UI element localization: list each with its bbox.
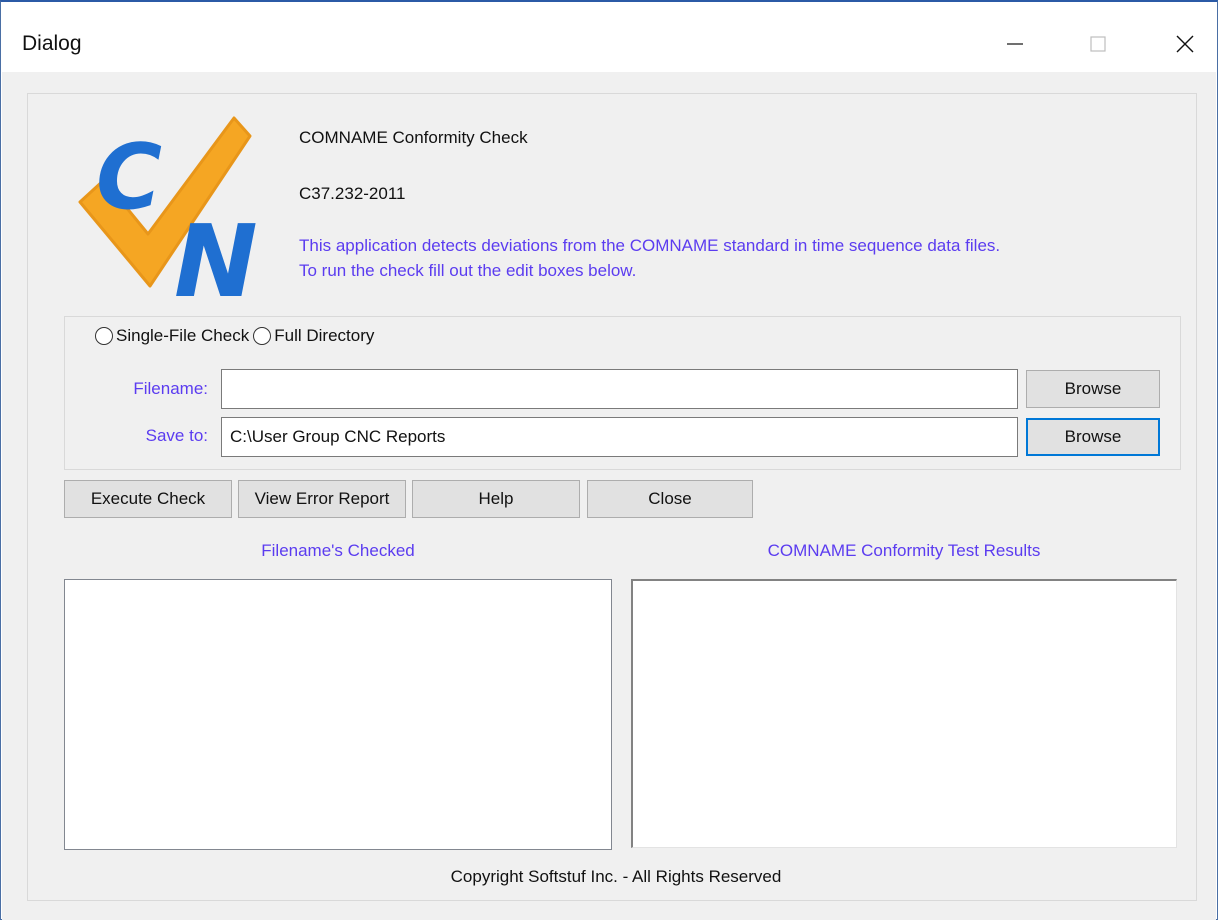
- close-icon: [1176, 35, 1194, 53]
- view-error-report-button[interactable]: View Error Report: [238, 480, 406, 518]
- radio-label: Full Directory: [274, 326, 375, 345]
- minimize-button[interactable]: [993, 22, 1037, 66]
- dialog-window: Dialog C N COMNAME Conformity Check C37.…: [0, 0, 1218, 920]
- cn-checkmark-logo: C N: [78, 116, 258, 300]
- execute-check-button[interactable]: Execute Check: [64, 480, 232, 518]
- files-checked-list[interactable]: [64, 579, 612, 850]
- maximize-button[interactable]: [1076, 22, 1120, 66]
- maximize-icon: [1090, 36, 1106, 52]
- save-to-input[interactable]: [221, 417, 1018, 457]
- radio-button-icon: [253, 327, 272, 345]
- svg-text:N: N: [174, 203, 258, 300]
- app-title: COMNAME Conformity Check: [299, 128, 528, 147]
- dialog-client-area: C N COMNAME Conformity Check C37.232-201…: [2, 72, 1216, 920]
- svg-text:C: C: [96, 125, 162, 230]
- files-checked-heading: Filename's Checked: [261, 541, 415, 560]
- close-button[interactable]: Close: [587, 480, 753, 518]
- filename-label: Filename:: [133, 379, 208, 398]
- radio-button-icon: [95, 327, 113, 345]
- minimize-icon: [1007, 43, 1023, 45]
- browse-save-to-button[interactable]: Browse: [1026, 418, 1160, 456]
- window-title: Dialog: [22, 32, 82, 55]
- copyright-text: Copyright Softstuf Inc. - All Rights Res…: [450, 867, 782, 886]
- filename-input[interactable]: [221, 369, 1018, 409]
- close-window-button[interactable]: [1163, 22, 1207, 66]
- standard-version: C37.232-2011: [299, 184, 406, 203]
- save-to-label: Save to:: [145, 426, 208, 445]
- radio-label: Single-File Check: [116, 326, 250, 345]
- test-results-box[interactable]: [631, 579, 1177, 848]
- mode-radio-group: Single-File Check Full Directory: [95, 326, 378, 346]
- test-results-heading: COMNAME Conformity Test Results: [767, 541, 1041, 560]
- title-bar[interactable]: Dialog: [1, 2, 1217, 72]
- app-description: This application detects deviations from…: [299, 236, 1001, 280]
- radio-single-file[interactable]: Single-File Check: [95, 326, 249, 346]
- radio-full-directory[interactable]: Full Directory: [253, 326, 374, 346]
- browse-filename-button[interactable]: Browse: [1026, 370, 1160, 408]
- help-button[interactable]: Help: [412, 480, 580, 518]
